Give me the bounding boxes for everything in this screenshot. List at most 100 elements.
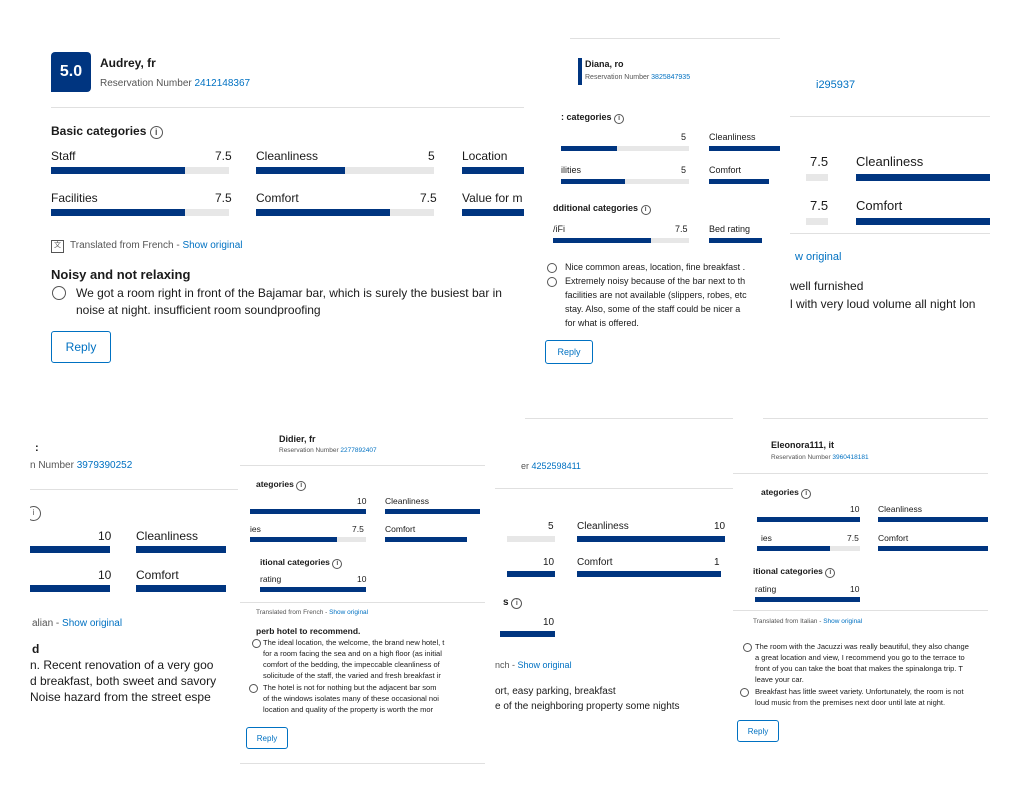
category-value: 5: [681, 132, 687, 142]
score-bar: [806, 218, 828, 225]
score-bar: [561, 179, 625, 184]
review-card-partial-right: i295937 7.5 Cleanliness 7.5 Comfort w or…: [790, 60, 990, 340]
review-card-eleonora: Eleonora111, it Reservation Number 39604…: [733, 418, 988, 763]
category-label: ies: [250, 524, 261, 534]
category-value: 10: [357, 574, 367, 584]
translation-note: nch - Show original: [495, 660, 572, 670]
basic-categories-heading: ategories i: [256, 479, 307, 491]
reservation-link[interactable]: 3825847935: [651, 74, 690, 81]
review-card-diana: Diana, ro Reservation Number 3825847935 …: [535, 38, 780, 378]
positive-text: front of you can take the boat that make…: [755, 664, 963, 673]
review-text: Noise hazard from the street espe: [30, 690, 211, 704]
additional-categories-heading: itional categories i: [260, 557, 343, 569]
info-icon[interactable]: i: [825, 568, 836, 578]
category-label: /iFi: [553, 224, 565, 234]
info-icon[interactable]: i: [614, 114, 625, 124]
info-icon[interactable]: i: [296, 481, 307, 491]
score-bar: [256, 209, 434, 216]
score-bar: [136, 546, 226, 553]
reservation-number: Reservation Number 2277892407: [279, 447, 377, 454]
score-bar: [709, 146, 780, 151]
divider: [733, 610, 988, 611]
info-icon[interactable]: i: [511, 598, 523, 609]
category-label: Cleanliness: [136, 529, 199, 543]
additional-categories-heading: s i: [503, 597, 523, 609]
category-value: 7.5: [675, 224, 688, 234]
category-value: 7.5: [810, 154, 829, 169]
score-bar: [30, 546, 110, 553]
positive-text: ort, easy parking, breakfast: [495, 686, 616, 697]
category-value: 10: [98, 529, 112, 543]
reservation-link[interactable]: 2412148367: [195, 78, 251, 89]
category-value: 5: [548, 521, 554, 532]
reservation-number: Reservation Number 3960418181: [771, 454, 869, 461]
divider: [570, 38, 780, 39]
category-value: 7.5: [810, 198, 829, 213]
reservation-link[interactable]: i295937: [816, 79, 855, 91]
show-original-link[interactable]: Show original: [62, 618, 122, 629]
score-bar: [757, 546, 830, 551]
info-icon[interactable]: i: [30, 506, 41, 521]
category-label: Cleanliness: [856, 154, 924, 169]
reviewer-name: Eleonora111, it: [771, 440, 835, 450]
positive-text: Nice common areas, location, fine breakf…: [565, 262, 746, 272]
reply-button[interactable]: Reply: [51, 331, 111, 363]
translation-note: Translated from Italian - Show original: [753, 618, 863, 625]
category-label: Bed rating: [709, 224, 751, 234]
reservation-number: Reservation Number 3825847935: [585, 74, 690, 81]
category-value: 7.5: [352, 524, 364, 534]
show-original-link[interactable]: w original: [795, 251, 841, 263]
reply-button[interactable]: Reply: [246, 727, 288, 749]
score-bar: [385, 509, 480, 514]
reservation-link[interactable]: 3979390252: [77, 460, 133, 471]
reservation-label: Reservation Number: [279, 447, 339, 454]
info-icon[interactable]: i: [640, 205, 651, 215]
category-label: Staff: [51, 149, 76, 163]
review-text: n. Recent renovation of a very goo: [30, 658, 214, 672]
reservation-number: n Number 3979390252: [30, 460, 132, 471]
divider: [30, 489, 238, 490]
reply-button[interactable]: Reply: [545, 340, 593, 364]
positive-text: solicitude of the staff, the varied and …: [263, 671, 441, 680]
reservation-link[interactable]: 2277892407: [340, 447, 376, 454]
score-bar: [507, 571, 555, 577]
category-value: 10: [850, 584, 860, 594]
additional-categories-heading: dditional categories i: [553, 203, 651, 215]
review-title: d: [32, 642, 40, 656]
score-bar: [709, 179, 769, 184]
negative-text: We got a room right in front of the Baja…: [76, 286, 502, 300]
info-icon[interactable]: i: [149, 126, 163, 139]
info-icon[interactable]: i: [801, 489, 812, 499]
show-original-link[interactable]: Show original: [823, 618, 862, 625]
score-bar: [553, 238, 651, 243]
show-original-link[interactable]: Show original: [329, 609, 368, 616]
category-label: Cleanliness: [256, 149, 319, 163]
basic-categories-heading: Basic categories i: [51, 124, 163, 139]
show-original-link[interactable]: Show original: [518, 660, 572, 670]
divider: [495, 488, 735, 489]
category-value: 10: [850, 504, 860, 514]
score-bar: [30, 585, 110, 592]
reservation-link[interactable]: 4252598411: [532, 461, 581, 471]
score-badge: 5.0: [51, 52, 91, 92]
reviewer-name: Didier, fr: [279, 434, 316, 444]
reservation-label: Reservation Number: [100, 78, 192, 89]
divider: [51, 107, 524, 108]
divider: [240, 602, 485, 603]
category-value: 7.5: [215, 149, 232, 163]
score-bar: [856, 218, 990, 225]
category-label: Cleanliness: [878, 504, 922, 514]
category-label: Comfort: [856, 198, 903, 213]
reviewer-name: :: [35, 442, 39, 454]
category-value: 10: [98, 568, 112, 582]
show-original-link[interactable]: Show original: [182, 240, 242, 251]
category-label: Comfort: [709, 165, 742, 175]
sad-face-icon: [52, 286, 66, 300]
score-bar: [256, 167, 434, 174]
category-value: 10: [714, 521, 726, 532]
info-icon[interactable]: i: [332, 559, 343, 569]
category-label: Facilities: [51, 191, 98, 205]
reply-button[interactable]: Reply: [737, 720, 779, 742]
reservation-link[interactable]: 3960418181: [832, 454, 868, 461]
score-bar: [250, 509, 366, 514]
